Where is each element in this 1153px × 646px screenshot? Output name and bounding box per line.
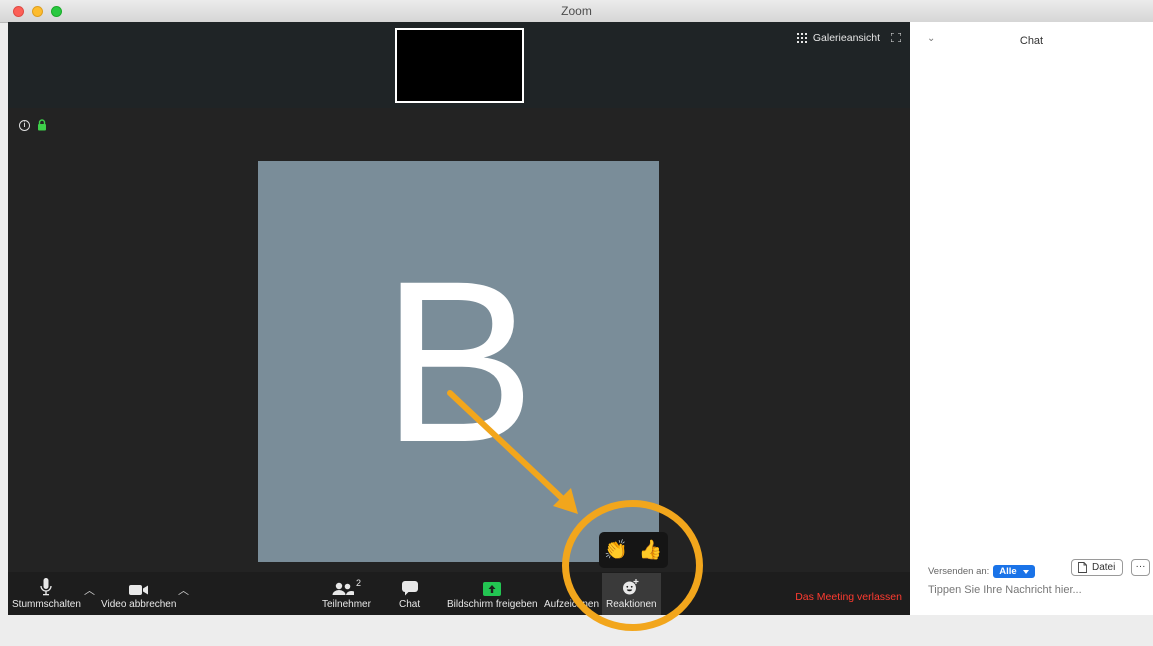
stop-video-button[interactable]: Video abbrechen <box>101 574 176 610</box>
chat-title: Chat <box>1019 35 1044 47</box>
chat-message-input[interactable] <box>928 584 1143 596</box>
fullscreen-icon[interactable] <box>891 33 901 42</box>
chat-bubble-icon <box>401 581 418 596</box>
meeting-toolbar: Stummschalten ︿ Video abbrechen ︿ 2 Teil… <box>8 572 910 615</box>
share-screen-icon <box>483 582 502 596</box>
stop-video-label: Video abbrechen <box>101 599 177 610</box>
more-options-button[interactable]: ··· <box>1131 559 1150 576</box>
participants-icon <box>332 582 354 595</box>
add-emoji-icon <box>623 579 639 595</box>
reactions-button[interactable]: Reaktionen <box>602 573 661 615</box>
gallery-view-label: Galerieansicht <box>812 32 880 44</box>
leave-meeting-button[interactable]: Das Meeting verlassen <box>795 591 902 603</box>
chat-button[interactable]: Chat <box>399 574 420 610</box>
dropdown-arrow-icon <box>1022 569 1029 574</box>
record-label: Aufzeichnen <box>544 599 600 610</box>
clap-reaction[interactable]: 👏 <box>604 538 628 562</box>
audio-options-chevron-icon[interactable]: ︿ <box>84 582 95 598</box>
meeting-info-icon[interactable]: i <box>19 120 30 131</box>
send-to-label: Versenden an: <box>928 566 990 577</box>
lock-icon[interactable] <box>37 119 47 131</box>
gallery-view-button[interactable]: Galerieansicht <box>796 32 880 44</box>
reactions-label: Reaktionen <box>606 599 657 610</box>
thumbs-up-reaction[interactable]: 👍 <box>639 538 663 562</box>
video-options-chevron-icon[interactable]: ︿ <box>178 582 189 598</box>
video-camera-icon <box>128 585 148 595</box>
participants-label: Teilnehmer <box>322 599 371 610</box>
self-video-thumbnail[interactable] <box>395 28 524 103</box>
file-label: Datei <box>1092 562 1116 573</box>
avatar-initial: B <box>381 233 536 490</box>
chat-panel: ⌄ Chat Versenden an: Alle Datei ··· <box>910 22 1153 615</box>
send-to-row: Versenden an: Alle <box>928 565 1035 578</box>
participants-count: 2 <box>355 578 361 588</box>
recipient-value: Alle <box>999 566 1017 577</box>
microphone-icon <box>40 578 53 596</box>
meeting-area: Galerieansicht i B 👏 👍 Stummschalten ︿ V… <box>8 22 910 615</box>
file-icon <box>1078 562 1087 573</box>
window-title: Zoom <box>561 4 592 18</box>
grid-icon <box>796 33 807 43</box>
participant-avatar-tile: B <box>258 161 659 562</box>
recipient-dropdown[interactable]: Alle <box>993 565 1035 578</box>
mute-button[interactable]: Stummschalten <box>12 574 81 610</box>
mute-label: Stummschalten <box>12 599 81 610</box>
send-file-button[interactable]: Datei <box>1071 559 1124 576</box>
share-screen-button[interactable]: Bildschirm freigeben <box>447 574 538 610</box>
participants-button[interactable]: 2 Teilnehmer <box>322 574 371 610</box>
reactions-popup: 👏 👍 <box>599 532 668 568</box>
video-strip: Galerieansicht <box>8 22 910 108</box>
share-screen-label: Bildschirm freigeben <box>447 599 538 610</box>
chat-label: Chat <box>399 599 421 610</box>
window-titlebar: Zoom <box>0 0 1153 23</box>
record-button[interactable]: Aufzeichnen <box>544 574 599 610</box>
